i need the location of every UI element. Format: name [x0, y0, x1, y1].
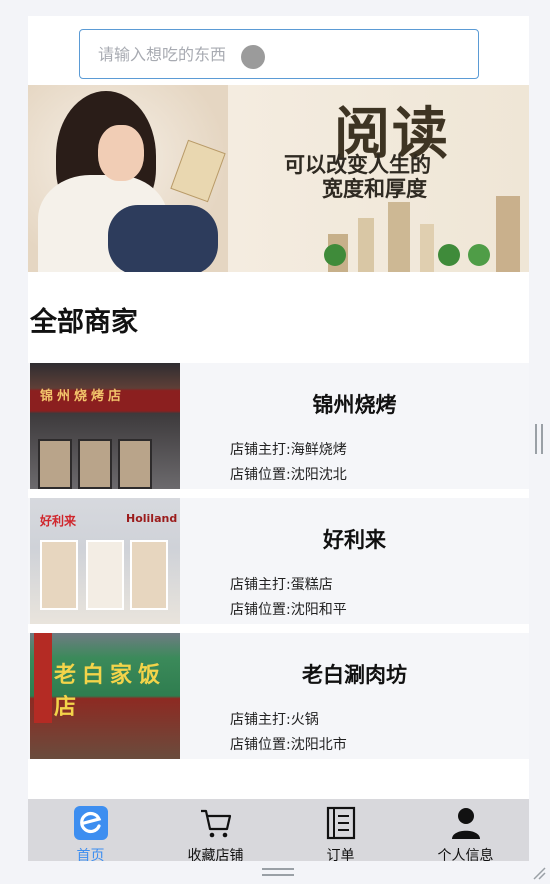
touch-cursor-indicator	[241, 45, 265, 69]
cart-icon	[200, 809, 231, 838]
tab-profile[interactable]: 个人信息	[403, 799, 528, 861]
tab-home-label: 首页	[76, 848, 105, 861]
shop-location: 店铺位置:沈阳北市	[230, 737, 347, 753]
shop-photo-sign: 老白家饭店	[54, 663, 167, 720]
shop-card-laobai-hotpot[interactable]: 老白家饭店 老白涮肉坊 店铺主打:火锅 店铺位置:沈阳北市	[28, 633, 529, 759]
side-scroll-grip[interactable]	[535, 424, 543, 454]
shop-photo-sign: 好利来	[40, 514, 77, 528]
search-box[interactable]	[79, 29, 479, 79]
tab-profile-label: 个人信息	[437, 848, 494, 861]
search-bar	[28, 16, 529, 84]
shop-main-dish: 店铺主打:海鲜烧烤	[230, 442, 347, 458]
order-list-icon	[326, 806, 355, 840]
banner-subtitle-line2: 宽度和厚度	[322, 176, 427, 201]
shop-main-dish: 店铺主打:蛋糕店	[230, 577, 333, 593]
shop-card-jinzhou-bbq[interactable]: 锦州烧烤店 锦州烧烤 店铺主打:海鲜烧烤 店铺位置:沈阳沈北	[28, 363, 529, 489]
shop-photo-sign: 锦州烧烤店	[40, 389, 126, 404]
tab-orders[interactable]: 订单	[278, 799, 403, 861]
tab-favorite-shops-label: 收藏店铺	[187, 848, 244, 861]
tab-home[interactable]: 首页	[28, 799, 153, 861]
banner-photo	[28, 85, 228, 272]
resize-corner-icon[interactable]	[532, 866, 546, 880]
home-e-icon	[73, 806, 108, 840]
shop-name: 老白涮肉坊	[302, 663, 407, 687]
section-title: 全部商家	[30, 307, 138, 338]
person-icon	[451, 808, 480, 839]
shop-photo: 锦州烧烤店	[30, 363, 180, 489]
shop-photo: 好利来 Holiland	[30, 498, 180, 624]
shop-card-haolilai[interactable]: 好利来 Holiland 好利来 店铺主打:蛋糕店 店铺位置:沈阳和平	[28, 498, 529, 624]
bottom-drag-handle[interactable]	[262, 868, 294, 876]
shop-photo: 老白家饭店	[30, 633, 180, 759]
shop-name: 好利来	[323, 528, 386, 552]
bottom-tab-bar: 首页 收藏店铺 订单 个人信息	[28, 799, 529, 861]
shop-main-dish: 店铺主打:火锅	[230, 712, 319, 728]
shop-photo-sign-english: Holiland	[126, 512, 178, 525]
shop-location: 店铺位置:沈阳沈北	[230, 467, 347, 483]
tab-favorite-shops[interactable]: 收藏店铺	[153, 799, 278, 861]
search-input[interactable]	[80, 30, 478, 78]
reading-banner[interactable]: 阅读 可以改变人生的 宽度和厚度	[28, 85, 529, 272]
app-screen: 阅读 可以改变人生的 宽度和厚度 全部商家 锦州烧烤店 锦州烧烤 店铺主打:海鲜…	[28, 16, 529, 861]
tab-orders-label: 订单	[326, 848, 355, 861]
shop-name: 锦州烧烤	[312, 393, 397, 417]
shop-location: 店铺位置:沈阳和平	[230, 602, 347, 618]
